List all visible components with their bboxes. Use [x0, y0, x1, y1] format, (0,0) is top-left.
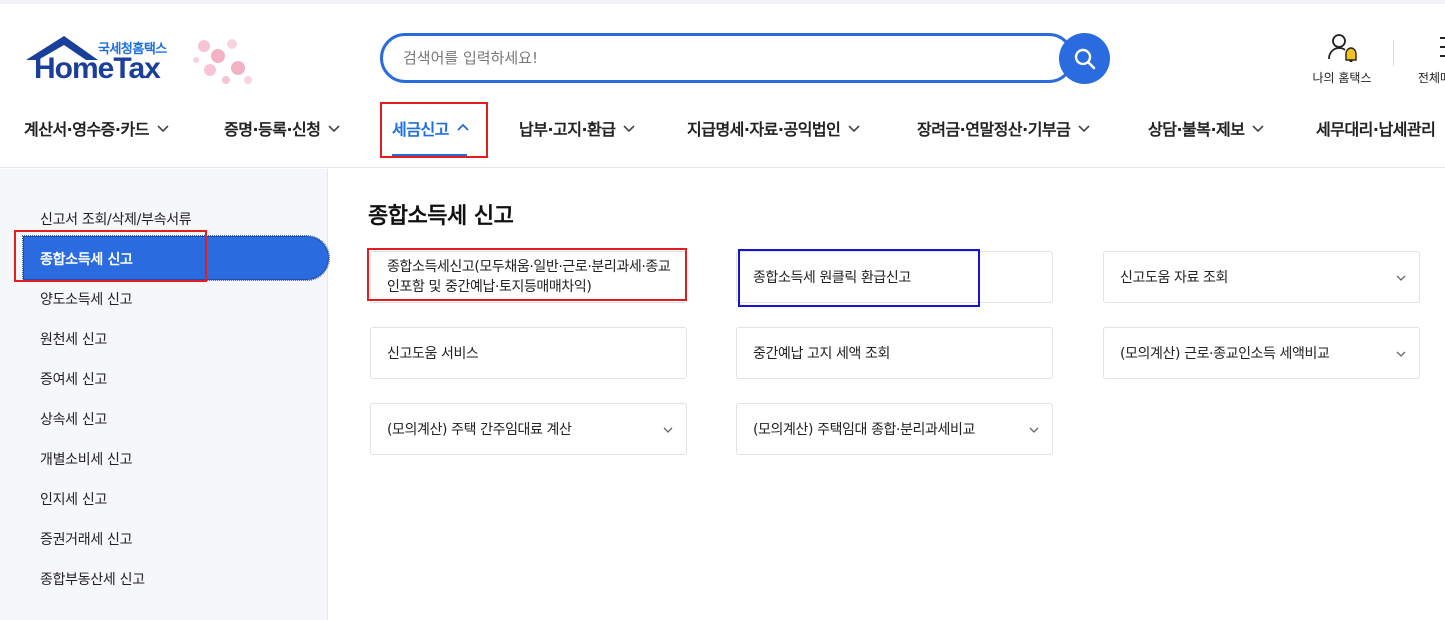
chevron-down-icon	[1029, 427, 1039, 433]
card-label: 신고도움 서비스	[387, 346, 479, 362]
cherry-blossom-icon	[193, 39, 252, 84]
logo-title: HomeTax	[34, 52, 161, 85]
card-label: (모의계산) 주택 간주임대료 계산	[387, 422, 572, 438]
card-sim-religious-income[interactable]: (모의계산) 근로·종교인소득 세액비교	[1103, 327, 1420, 379]
side-item-consumption[interactable]: 개별소비세 신고	[40, 449, 133, 469]
side-item-property-tax[interactable]: 종합부동산세 신고	[40, 569, 145, 589]
all-menu-label: 전체메뉴	[1417, 71, 1445, 85]
side-item-filing-lookup[interactable]: 신고서 조회/삭제/부속서류	[40, 209, 192, 229]
highlight-box-red	[367, 248, 687, 301]
top-strip	[0, 0, 1445, 4]
chevron-down-icon	[328, 125, 341, 133]
chevron-down-icon	[848, 125, 860, 133]
utility-divider	[1393, 40, 1394, 66]
search-button[interactable]	[1059, 33, 1110, 84]
card-label: (모의계산) 주택임대 종합·분리과세비교	[753, 422, 975, 438]
search-input[interactable]	[403, 46, 1043, 70]
side-item-stamp-tax[interactable]: 인지세 신고	[40, 489, 107, 509]
side-item-capital-gains[interactable]: 양도소득세 신고	[40, 289, 133, 309]
gnb-item-incentives[interactable]: 장려금·연말정산·기부금	[917, 100, 1090, 156]
gnb-item-label: 세무대리·납세관리	[1316, 120, 1436, 139]
chevron-down-icon	[1396, 275, 1406, 281]
gnb-item-label: 장려금·연말정산·기부금	[917, 120, 1071, 139]
search-bar	[380, 33, 1074, 83]
page-title: 종합소득세 신고	[368, 204, 514, 229]
gnb-item-consulting[interactable]: 상담·불복·제보	[1148, 100, 1265, 156]
user-bell-icon	[1328, 34, 1357, 63]
gnb-item-label: 지급명세·자료·공익법인	[687, 120, 841, 139]
chevron-down-icon	[157, 125, 169, 133]
my-hometax-button[interactable]: 나의 홈택스	[1305, 32, 1379, 86]
side-item-withholding[interactable]: 원천세 신고	[40, 329, 107, 349]
chevron-down-icon	[1252, 125, 1265, 133]
all-menu-button[interactable]: 전체메뉴	[1410, 32, 1445, 86]
card-label: (모의계산) 근로·종교인소득 세액비교	[1120, 346, 1330, 362]
card-filing-help-service[interactable]: 신고도움 서비스	[370, 327, 687, 379]
side-item-gift-tax[interactable]: 증여세 신고	[40, 369, 107, 389]
card-sim-deemed-rent[interactable]: (모의계산) 주택 간주임대료 계산	[370, 403, 687, 455]
side-nav: 신고서 조회/삭제/부속서류 종합소득세 신고 양도소득세 신고 원천세 신고 …	[0, 169, 330, 620]
chevron-down-icon	[623, 125, 636, 133]
chevron-down-icon	[1396, 351, 1406, 357]
gnb-item-certificate[interactable]: 증명·등록·신청	[224, 100, 341, 156]
my-hometax-label: 나의 홈택스	[1312, 71, 1372, 85]
search-icon	[1074, 48, 1095, 69]
gnb-item-payment[interactable]: 납부·고지·환급	[519, 100, 636, 156]
gnb-item-label: 상담·불복·제보	[1148, 120, 1245, 139]
side-item-securities[interactable]: 증권거래세 신고	[40, 529, 133, 549]
gnb-item-invoice[interactable]: 계산서·영수증·카드	[24, 100, 169, 156]
gnb-item-statements[interactable]: 지급명세·자료·공익법인	[687, 100, 860, 156]
hometax-logo[interactable]: 국세청홈택스 HomeTax	[24, 34, 264, 90]
highlight-box-gnb	[380, 102, 488, 158]
chevron-down-icon	[1078, 125, 1090, 133]
global-nav: 계산서·영수증·카드 증명·등록·신청 세금신고 납부·고지·환급 지급명세·자…	[0, 100, 1445, 168]
gnb-item-label: 계산서·영수증·카드	[24, 120, 149, 139]
gnb-item-label: 증명·등록·신청	[224, 120, 321, 139]
side-item-inheritance[interactable]: 상속세 신고	[40, 409, 107, 429]
highlight-box-sidebar	[14, 230, 207, 282]
highlight-box-blue	[738, 249, 980, 307]
card-sim-rental-compare[interactable]: (모의계산) 주택임대 종합·분리과세비교	[736, 403, 1053, 455]
card-label: 신고도움 자료 조회	[1120, 270, 1228, 286]
card-label: 중간예납 고지 세액 조회	[753, 346, 890, 362]
card-interim-tax-lookup[interactable]: 중간예납 고지 세액 조회	[736, 327, 1053, 379]
chevron-down-icon	[663, 427, 673, 433]
gnb-item-label: 납부·고지·환급	[519, 120, 616, 139]
gnb-item-tax-agent[interactable]: 세무대리·납세관리	[1316, 100, 1436, 156]
hamburger-menu-icon	[1440, 37, 1445, 57]
card-filing-help-data[interactable]: 신고도움 자료 조회	[1103, 251, 1420, 303]
